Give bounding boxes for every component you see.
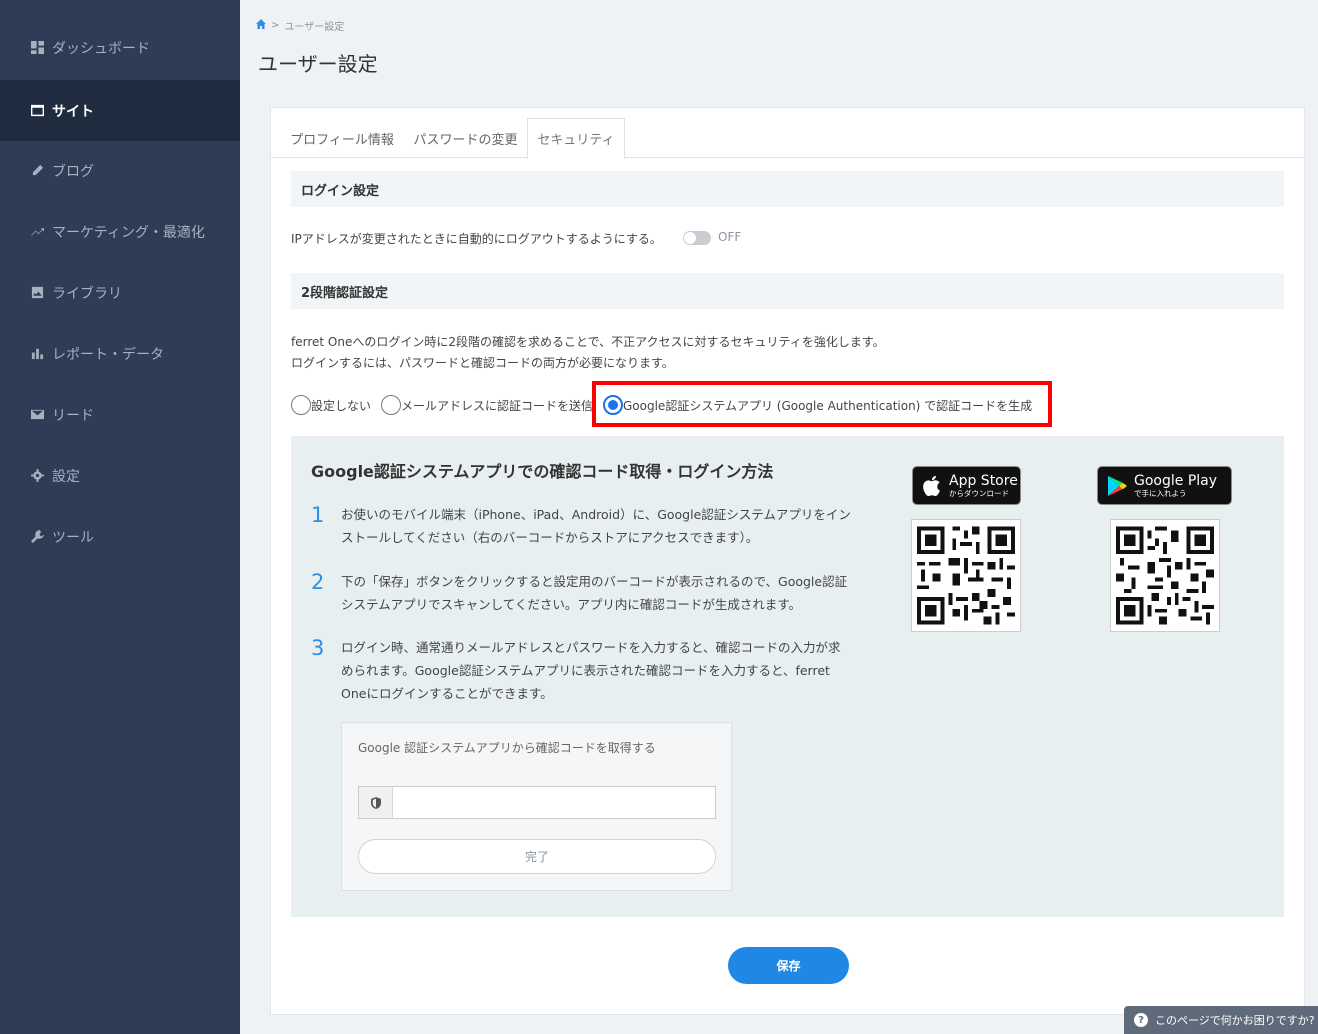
radio-email-label[interactable]: メールアドレスに認証コードを送信 (401, 397, 593, 414)
breadcrumb-separator: > (271, 20, 280, 31)
pencil-icon (30, 164, 44, 178)
breadcrumb-current: ユーザー設定 (284, 22, 345, 33)
sidebar-item-blog[interactable]: ブログ (0, 140, 240, 201)
done-button[interactable]: 完了 (358, 839, 716, 874)
auto-logout-text: IPアドレスが変更されたときに自動的にログアウトするようにする。 (291, 232, 662, 246)
sidebar-item-library[interactable]: ライブラリ (0, 262, 240, 323)
question-icon: ? (1134, 1013, 1148, 1027)
tab-bar: プロフィール情報 パスワードの変更 セキュリティ (271, 118, 1304, 159)
sidebar-item-label: リード (52, 407, 94, 424)
radio-none-label[interactable]: 設定しない (311, 397, 371, 414)
step-text: 下の「保存」ボタンをクリックすると設定用のバーコードが表示されるので、Googl… (341, 570, 871, 616)
radio-none[interactable] (291, 395, 311, 415)
sidebar-item-tools[interactable]: ツール (0, 506, 240, 567)
step-number: 2 (311, 570, 325, 594)
auto-logout-toggle[interactable] (683, 231, 711, 245)
bar-chart-icon (30, 347, 44, 361)
breadcrumb: > ユーザー設定 (256, 18, 344, 33)
help-button[interactable]: ? このページで何かお困りですか? (1124, 1006, 1318, 1034)
sidebar-item-report[interactable]: レポート・データ (0, 323, 240, 384)
step-line: ストールしてください（右のバーコードからストアにアクセスできます）。 (341, 530, 759, 545)
two-factor-description-2: ログインするには、パスワードと確認コードの両方が必要になります。 (291, 356, 674, 370)
dashboard-icon (30, 41, 44, 55)
step-line: 下の「保存」ボタンをクリックすると設定用のバーコードが表示されるので、Googl… (341, 574, 848, 589)
sidebar-item-label: ライブラリ (52, 285, 122, 302)
sidebar-item-settings[interactable]: 設定 (0, 445, 240, 506)
save-button[interactable]: 保存 (728, 947, 849, 984)
two-factor-description-1: ferret Oneへのログイン時に2段階の確認を求めることで、不正アクセスに対… (291, 335, 885, 349)
app-store-badge[interactable]: App Store からダウンロード (912, 466, 1021, 505)
radio-email[interactable] (381, 395, 401, 415)
apple-icon (921, 475, 943, 497)
sidebar-item-label: レポート・データ (52, 346, 164, 363)
sidebar-item-marketing[interactable]: マーケティング・最適化 (0, 201, 240, 262)
step-text: お使いのモバイル端末（iPhone、iPad、Android）に、Google認… (341, 503, 871, 549)
guide-title: Google認証システムアプリでの確認コード取得・ログイン方法 (311, 462, 774, 481)
home-icon[interactable] (256, 19, 266, 32)
google-play-text: Google Play で手に入れよう (1134, 472, 1218, 498)
sidebar-item-label: 設定 (52, 468, 80, 485)
toggle-state-label: OFF (718, 230, 742, 244)
sidebar-item-dashboard[interactable]: ダッシュボード (0, 17, 240, 78)
step-number: 3 (311, 636, 325, 660)
app-store-main: App Store (949, 472, 1018, 489)
step-number: 1 (311, 503, 325, 527)
sidebar-item-label: マーケティング・最適化 (52, 224, 205, 241)
google-play-main: Google Play (1134, 472, 1218, 489)
page-title: ユーザー設定 (258, 52, 378, 76)
verification-code-input[interactable] (393, 787, 715, 818)
tab-security[interactable]: セキュリティ (527, 118, 625, 159)
image-icon (30, 286, 44, 300)
site-icon (30, 104, 44, 118)
verification-code-box: Google 認証システムアプリから確認コードを取得する 完了 (341, 722, 732, 891)
gear-icon (30, 469, 44, 483)
code-input-wrapper (358, 786, 716, 819)
settings-card: プロフィール情報 パスワードの変更 セキュリティ ログイン設定 IPアドレスが変… (270, 107, 1305, 1015)
code-box-title: Google 認証システムアプリから確認コードを取得する (358, 741, 656, 755)
step-line: Oneにログインすることができます。 (341, 686, 553, 701)
app-store-text: App Store からダウンロード (949, 472, 1018, 498)
tab-profile[interactable]: プロフィール情報 (286, 118, 398, 158)
step-line: お使いのモバイル端末（iPhone、iPad、Android）に、Google認… (341, 507, 851, 522)
highlight-box (592, 381, 1052, 427)
google-play-badge[interactable]: Google Play で手に入れよう (1097, 466, 1232, 505)
sidebar-item-label: ツール (52, 529, 94, 546)
tab-password[interactable]: パスワードの変更 (408, 118, 523, 158)
toggle-knob (684, 232, 696, 244)
app-store-sub: からダウンロード (949, 488, 1009, 498)
two-factor-heading: 2段階認証設定 (291, 273, 1284, 309)
app-store-qr-code (911, 519, 1021, 632)
sidebar-item-label: サイト (52, 103, 94, 120)
wrench-icon (30, 530, 44, 544)
sidebar-item-label: ブログ (52, 163, 94, 180)
trend-icon (30, 225, 44, 239)
login-settings-heading: ログイン設定 (291, 171, 1284, 207)
google-play-qr-code (1110, 519, 1220, 632)
sidebar-item-site[interactable]: サイト (0, 80, 240, 141)
shield-icon (359, 787, 393, 818)
google-auth-guide: Google認証システムアプリでの確認コード取得・ログイン方法 1 お使いのモバ… (291, 436, 1284, 917)
google-play-icon (1106, 475, 1128, 497)
google-play-sub: で手に入れよう (1134, 488, 1187, 498)
sidebar-item-lead[interactable]: リード (0, 384, 240, 445)
help-label: このページで何かお困りですか? (1155, 1014, 1315, 1027)
sidebar: ダッシュボード サイト ブログ マーケティング・最適化 ライブラリ レポート・デ… (0, 0, 240, 1034)
step-line: システムアプリでスキャンしてください。アプリ内に確認コードが生成されます。 (341, 597, 802, 612)
step-line: ログイン時、通常通りメールアドレスとパスワードを入力すると、確認コードの入力が求 (341, 640, 841, 655)
mail-icon (30, 408, 44, 422)
step-text: ログイン時、通常通りメールアドレスとパスワードを入力すると、確認コードの入力が求… (341, 636, 871, 705)
step-line: められます。Google認証システムアプリに表示された確認コードを入力すると、f… (341, 663, 830, 678)
sidebar-item-label: ダッシュボード (52, 40, 150, 57)
